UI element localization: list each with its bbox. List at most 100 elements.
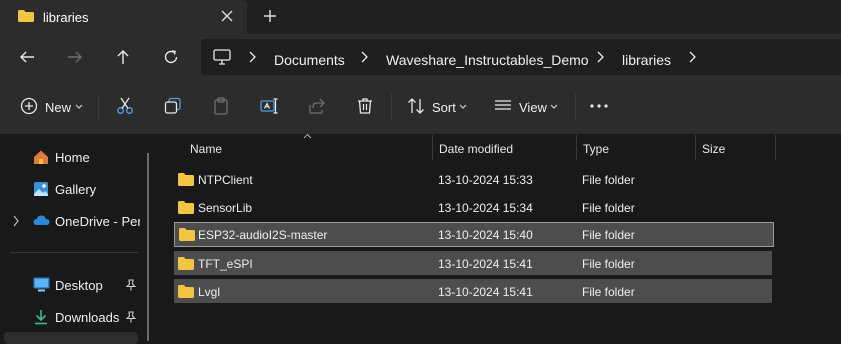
column-date-label: Date modified xyxy=(439,142,514,156)
file-row-selected[interactable]: TFT_eSPI 13-10-2024 15:41 File folder xyxy=(174,251,772,275)
column-divider[interactable] xyxy=(775,135,776,160)
cut-button[interactable] xyxy=(116,95,136,119)
chevron-right-icon[interactable] xyxy=(687,51,697,63)
file-type: File folder xyxy=(582,257,635,271)
trash-icon xyxy=(358,98,372,114)
view-button[interactable]: View xyxy=(494,95,560,119)
nav-label-onedrive: OneDrive - Personal xyxy=(55,214,140,229)
copy-icon xyxy=(164,97,181,114)
nav-divider xyxy=(10,252,138,253)
toolbar-divider xyxy=(391,94,392,120)
tab-bar: libraries xyxy=(0,0,841,34)
nav-item-onedrive[interactable]: OneDrive - Personal xyxy=(0,209,150,233)
chevron-right-icon[interactable] xyxy=(12,215,20,227)
column-header-type[interactable]: Type xyxy=(577,134,695,160)
file-name: TFT_eSPI xyxy=(198,257,253,271)
tab-title: libraries xyxy=(43,10,89,25)
column-header-name[interactable]: Name xyxy=(182,134,432,160)
command-bar: New Sort View xyxy=(0,80,841,134)
file-type: File folder xyxy=(582,228,635,242)
tab-libraries[interactable]: libraries xyxy=(0,0,247,34)
chevron-down-icon xyxy=(75,104,83,109)
computer-icon xyxy=(213,49,231,65)
nav-label-downloads: Downloads xyxy=(55,310,120,325)
nav-item-gallery[interactable]: Gallery xyxy=(0,177,150,201)
folder-icon xyxy=(178,285,194,298)
view-label: View xyxy=(519,100,547,115)
file-type: File folder xyxy=(582,285,635,299)
new-label: New xyxy=(45,100,72,115)
folder-icon xyxy=(18,10,34,22)
share-button[interactable] xyxy=(308,95,328,119)
column-name-label: Name xyxy=(190,142,223,156)
file-name: Lvgl xyxy=(198,285,221,299)
close-icon[interactable] xyxy=(220,9,234,23)
chevron-down-icon xyxy=(459,104,467,109)
file-row-selected[interactable]: Lvgl 13-10-2024 15:41 File folder xyxy=(174,279,772,303)
folder-icon xyxy=(179,228,195,241)
breadcrumb-project[interactable]: Waveshare_Instructables_Demo xyxy=(386,52,589,68)
home-icon xyxy=(34,150,48,164)
nav-label-home: Home xyxy=(55,150,90,165)
file-date: 13-10-2024 15:40 xyxy=(438,228,533,242)
column-header-size[interactable]: Size xyxy=(696,134,775,160)
file-row[interactable]: SensorLib 13-10-2024 15:34 File folder xyxy=(174,195,772,219)
nav-item-home[interactable]: Home xyxy=(0,145,150,169)
chevron-right-icon[interactable] xyxy=(359,51,369,63)
nav-scrollbar[interactable] xyxy=(147,153,149,341)
nav-item-desktop[interactable]: Desktop xyxy=(0,273,150,297)
clipboard-icon xyxy=(214,97,228,115)
navigation-pane: Home Gallery OneDrive - Personal Desktop xyxy=(0,134,156,344)
nav-selection-highlight xyxy=(4,332,138,344)
file-name: ESP32-audioI2S-master xyxy=(198,228,328,242)
more-options-button[interactable] xyxy=(590,95,608,119)
up-arrow-icon[interactable] xyxy=(114,48,132,66)
pin-icon[interactable] xyxy=(125,311,136,323)
view-list-icon xyxy=(495,100,511,110)
copy-button[interactable] xyxy=(164,95,184,119)
column-type-label: Type xyxy=(583,142,610,156)
file-date: 13-10-2024 15:33 xyxy=(438,173,533,187)
file-date: 13-10-2024 15:41 xyxy=(438,285,533,299)
toolbar-divider xyxy=(575,94,576,120)
file-row[interactable]: NTPClient 13-10-2024 15:33 File folder xyxy=(174,167,772,191)
refresh-icon[interactable] xyxy=(162,48,180,66)
new-button[interactable]: New xyxy=(20,95,84,119)
nav-item-downloads[interactable]: Downloads xyxy=(0,305,150,329)
sort-icon xyxy=(408,98,424,114)
plus-circle-icon xyxy=(20,97,38,115)
rename-button[interactable] xyxy=(260,95,280,119)
download-icon xyxy=(35,310,47,325)
chevron-right-icon[interactable] xyxy=(595,51,605,63)
column-size-label: Size xyxy=(702,142,726,156)
file-date: 13-10-2024 15:34 xyxy=(438,201,533,215)
sort-button[interactable]: Sort xyxy=(407,95,471,119)
paste-button[interactable] xyxy=(212,95,232,119)
cloud-icon xyxy=(33,215,50,225)
folder-icon xyxy=(178,257,194,270)
new-tab-plus-icon[interactable] xyxy=(263,9,277,23)
file-row-selected[interactable]: ESP32-audioI2S-master 13-10-2024 15:40 F… xyxy=(174,222,774,247)
pin-icon[interactable] xyxy=(125,279,136,291)
file-date: 13-10-2024 15:41 xyxy=(438,257,533,271)
folder-icon xyxy=(178,201,194,214)
column-header-date[interactable]: Date modified xyxy=(433,134,576,160)
file-name: SensorLib xyxy=(198,201,253,215)
forward-arrow-icon[interactable] xyxy=(66,48,84,66)
file-type: File folder xyxy=(582,201,635,215)
toolbar-divider xyxy=(98,94,99,120)
gallery-icon xyxy=(34,182,48,196)
rename-icon xyxy=(260,98,278,114)
address-box[interactable]: Documents Waveshare_Instructables_Demo l… xyxy=(201,39,841,75)
file-name: NTPClient xyxy=(198,173,253,187)
delete-button[interactable] xyxy=(356,95,376,119)
breadcrumb-libraries[interactable]: libraries xyxy=(622,52,671,68)
scissors-icon xyxy=(117,97,133,114)
desktop-icon xyxy=(33,277,50,292)
chevron-down-icon xyxy=(550,104,558,109)
back-arrow-icon[interactable] xyxy=(18,48,36,66)
more-dots-icon xyxy=(590,104,608,108)
chevron-right-icon[interactable] xyxy=(247,51,257,63)
breadcrumb-documents[interactable]: Documents xyxy=(274,52,345,68)
file-type: File folder xyxy=(582,173,635,187)
